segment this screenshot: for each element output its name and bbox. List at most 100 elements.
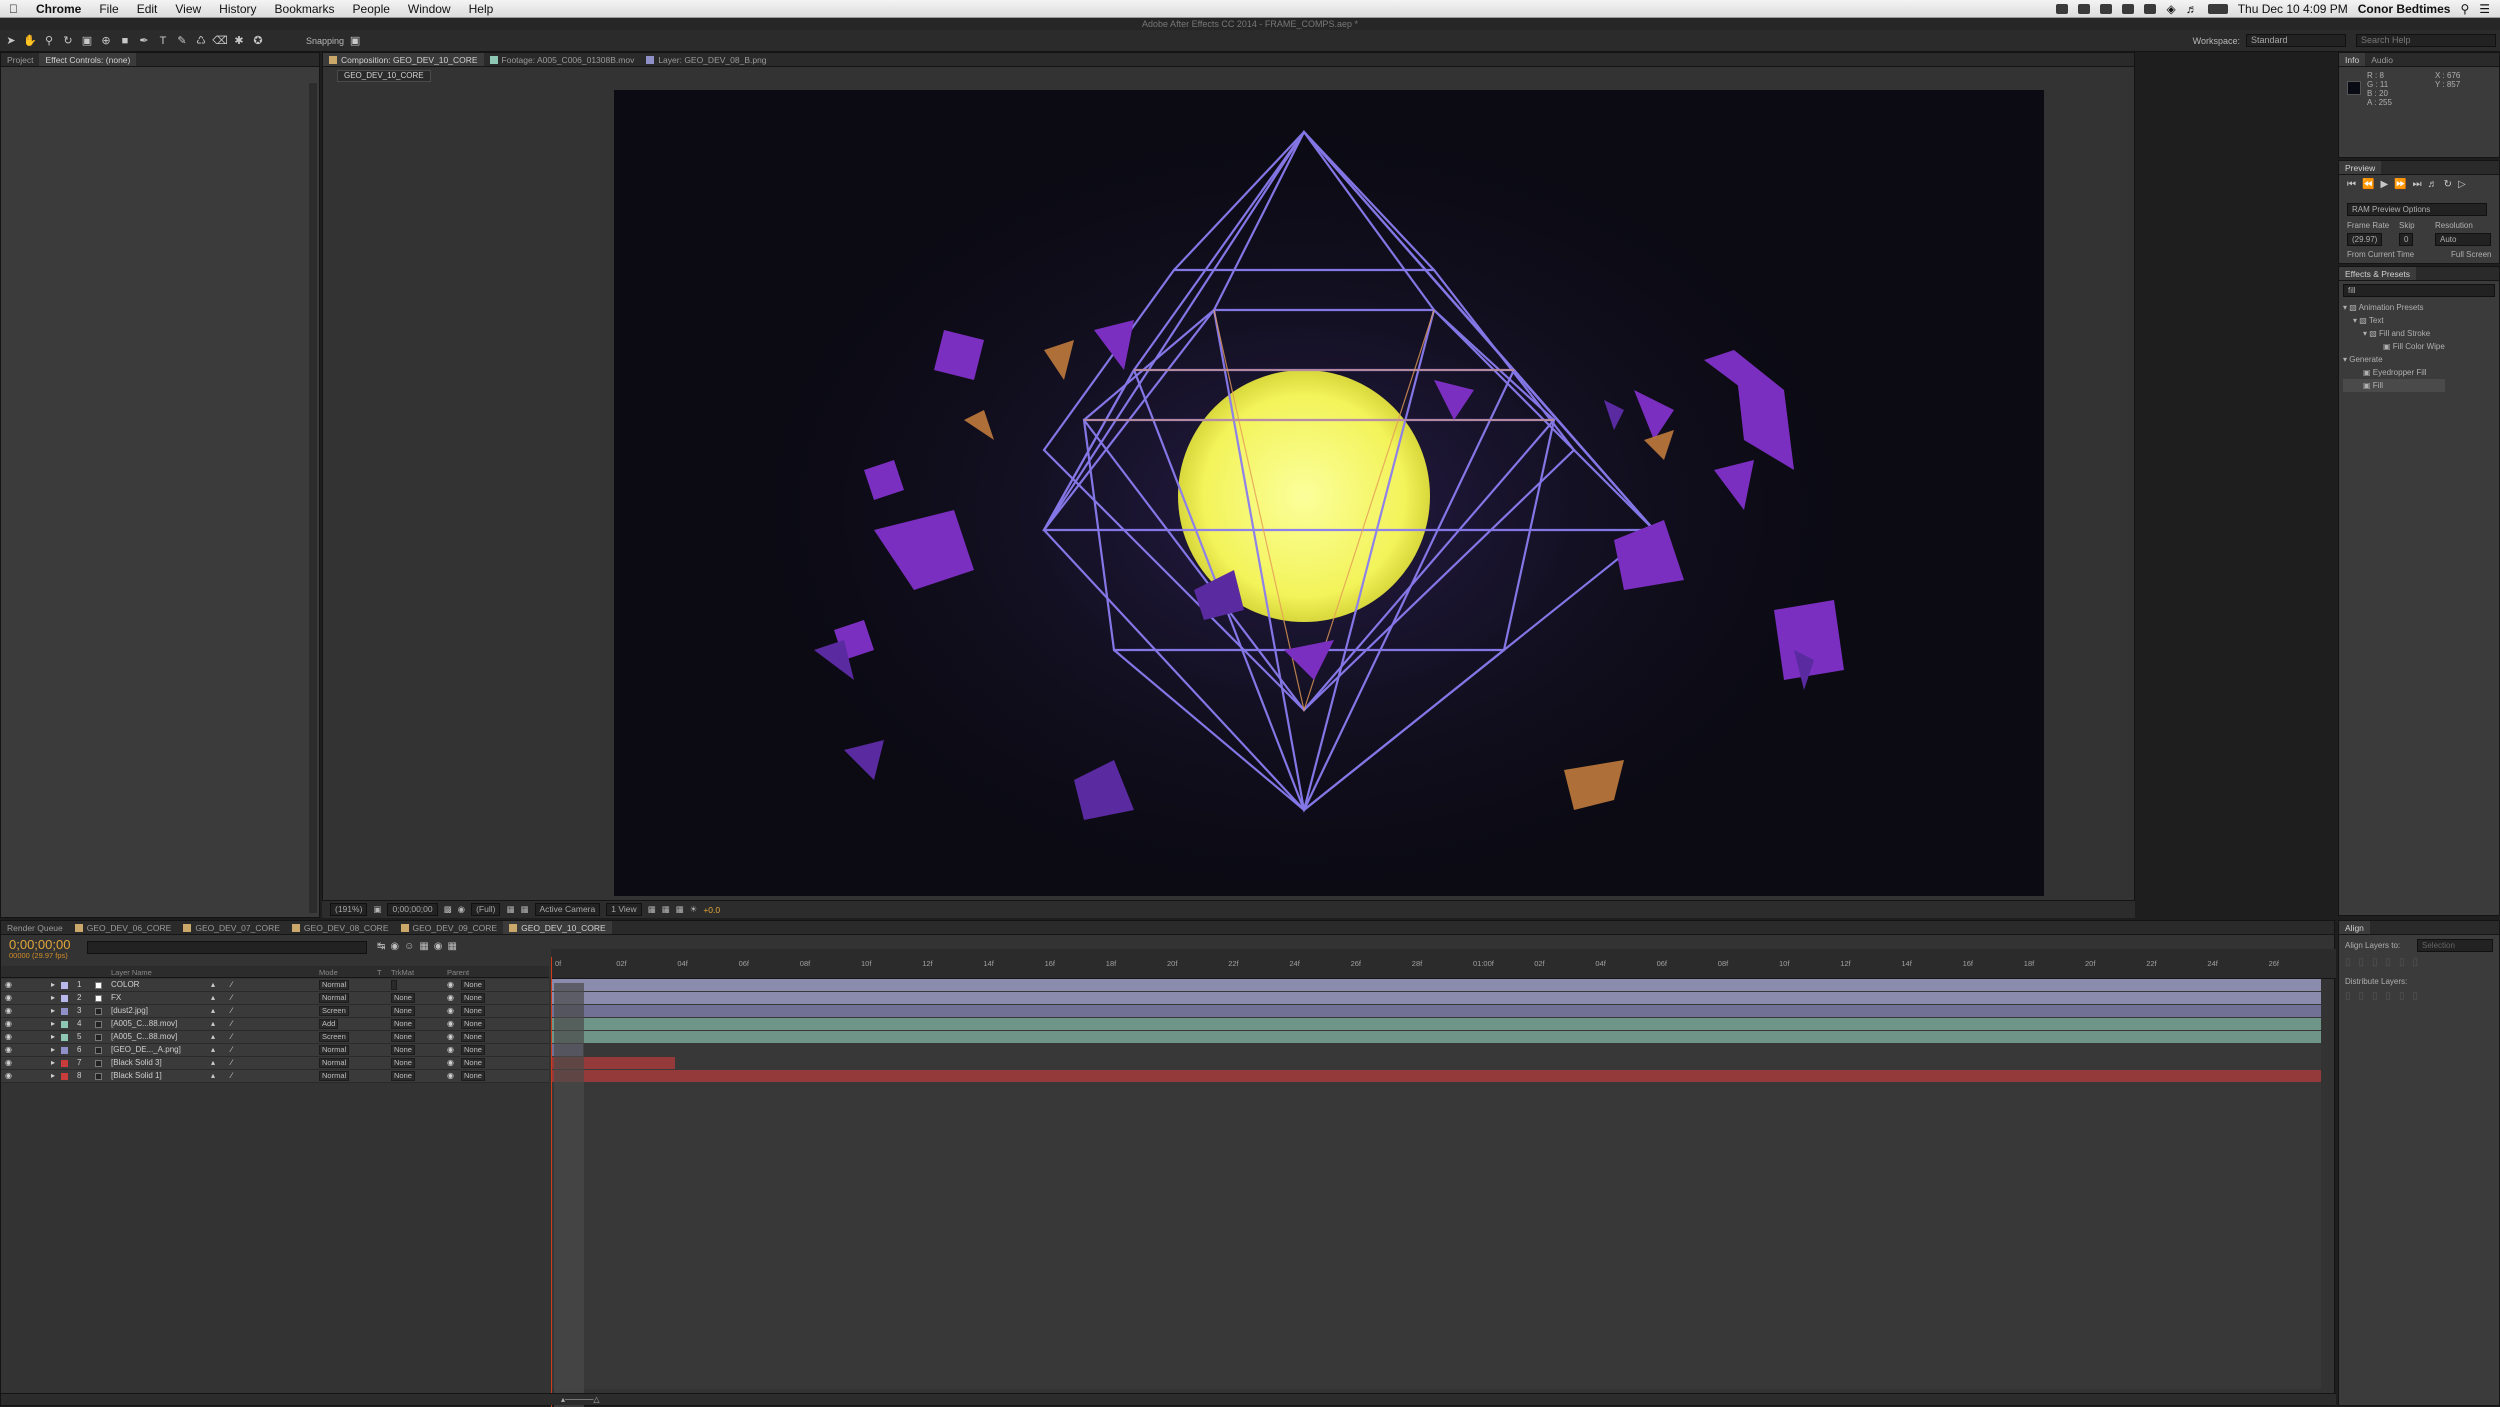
- twirl-icon[interactable]: ▸: [51, 1071, 55, 1080]
- timeline-timecode[interactable]: 0;00;00;00: [9, 937, 70, 952]
- time-ruler[interactable]: 0f 02f 04f 06f 08f 10f 12f 14f 16f 18f 20f 22f 24f 26…: [551, 949, 2336, 979]
- twirl-icon[interactable]: ▸: [51, 1045, 55, 1054]
- layer-row[interactable]: ◉ ▸ 8 [Black Solid 1] ▴ ∕ Normal None ◉ None: [1, 1070, 549, 1083]
- play-icon[interactable]: ▶: [2380, 179, 2394, 190]
- shy-icon[interactable]: ▴: [211, 1058, 215, 1067]
- parent-select[interactable]: None: [461, 980, 485, 990]
- camera-tool-icon[interactable]: ▣: [79, 33, 95, 49]
- twirl-icon[interactable]: ▸: [51, 1032, 55, 1041]
- twirl-icon[interactable]: ▸: [51, 980, 55, 989]
- tab-geo-dev-08[interactable]: GEO_DEV_08_CORE: [286, 921, 395, 934]
- tab-geo-dev-07[interactable]: GEO_DEV_07_CORE: [177, 921, 286, 934]
- col-parent[interactable]: Parent: [447, 968, 469, 977]
- layer-duration-bar[interactable]: [551, 1070, 2321, 1082]
- trkmat-select[interactable]: None: [391, 1019, 415, 1029]
- label-color[interactable]: [61, 1073, 68, 1080]
- col-layer-name[interactable]: Layer Name: [111, 968, 152, 977]
- label-color[interactable]: [61, 1047, 68, 1054]
- shy-icon[interactable]: ▴: [211, 1019, 215, 1028]
- volume-icon[interactable]: ♬: [2186, 2, 2198, 16]
- trkmat-select[interactable]: None: [391, 1032, 415, 1042]
- flowchart-icon[interactable]: ▦: [676, 904, 684, 915]
- layer-row[interactable]: ◉ ▸ 7 [Black Solid 3] ▴ ∕ Normal None ◉ None: [1, 1057, 549, 1070]
- mode-select[interactable]: Normal: [319, 1058, 350, 1068]
- dropbox-icon[interactable]: [2100, 3, 2113, 14]
- tree-text[interactable]: ▾ ▧ Text: [2343, 314, 2445, 327]
- camera-select[interactable]: Active Camera: [534, 903, 601, 916]
- roto-brush-tool-icon[interactable]: ✱: [231, 33, 247, 49]
- twirl-icon[interactable]: ▸: [51, 993, 55, 1002]
- layer-duration-bar[interactable]: [551, 1018, 2321, 1030]
- tab-audio[interactable]: Audio: [2365, 53, 2399, 66]
- quality-icon[interactable]: ∕: [231, 1071, 232, 1080]
- shy-icon[interactable]: ▴: [211, 993, 215, 1002]
- first-frame-icon[interactable]: ⏮: [2347, 179, 2362, 190]
- layer-name[interactable]: [dust2.jpg]: [111, 1006, 148, 1015]
- tree-eyedropper-fill[interactable]: ▣ Eyedropper Fill: [2343, 366, 2445, 379]
- zoom-slider[interactable]: ▴─────△: [561, 1395, 600, 1404]
- pickwhip-icon[interactable]: ◉: [447, 993, 454, 1002]
- trkmat-select[interactable]: None: [391, 993, 415, 1003]
- quality-icon[interactable]: ∕: [231, 993, 232, 1002]
- pickwhip-icon[interactable]: ◉: [447, 1071, 454, 1080]
- tab-layer[interactable]: Layer: GEO_DEV_08_B.png: [640, 53, 772, 66]
- mode-select[interactable]: Normal: [319, 1045, 350, 1055]
- mute-audio-icon[interactable]: ♬: [2428, 179, 2444, 190]
- label-color[interactable]: [61, 1034, 68, 1041]
- frame-rate-select[interactable]: (29.97): [2347, 233, 2383, 246]
- comp-mini-flowchart-icon[interactable]: ↹: [377, 941, 390, 952]
- ram-preview-options-select[interactable]: RAM Preview Options: [2347, 203, 2487, 216]
- layer-row[interactable]: ◉ ▸ 1 COLOR ▴ ∕ Normal ◉ None: [1, 979, 549, 992]
- zoom-select[interactable]: (191%): [330, 903, 368, 916]
- work-area[interactable]: [554, 983, 584, 1407]
- type-tool-icon[interactable]: T: [155, 33, 171, 49]
- hand-tool-icon[interactable]: ✋: [22, 33, 38, 49]
- menu-people[interactable]: People: [344, 2, 399, 16]
- label-color[interactable]: [61, 982, 68, 989]
- mode-select[interactable]: Add: [319, 1019, 339, 1029]
- shape-tool-icon[interactable]: ■: [117, 33, 133, 49]
- distribute-buttons[interactable]: ▯▯▯▯▯▯: [2345, 991, 2426, 1002]
- layer-name[interactable]: [A005_C...88.mov]: [111, 1019, 177, 1028]
- layer-duration-bar[interactable]: [551, 1031, 2321, 1043]
- tree-fill-and-stroke[interactable]: ▾ ▧ Fill and Stroke: [2343, 327, 2445, 340]
- toggle-pixel-aspect-icon[interactable]: ▦: [648, 904, 656, 915]
- trkmat-select[interactable]: None: [391, 1058, 415, 1068]
- zoom-tool-icon[interactable]: ⚲: [41, 33, 57, 49]
- shy-icon[interactable]: ▴: [211, 1006, 215, 1015]
- parent-select[interactable]: None: [461, 993, 485, 1003]
- search-help-input[interactable]: Search Help: [2356, 34, 2496, 47]
- workspace-select[interactable]: Standard: [2246, 34, 2346, 47]
- mode-select[interactable]: Normal: [319, 1071, 350, 1081]
- mode-select[interactable]: Normal: [319, 980, 350, 990]
- scrollbar[interactable]: [309, 83, 317, 913]
- tab-align[interactable]: Align: [2339, 921, 2370, 934]
- label-color[interactable]: [61, 1021, 68, 1028]
- puppet-tool-icon[interactable]: ✪: [250, 33, 266, 49]
- trkmat-select[interactable]: [391, 980, 397, 990]
- transparency-grid-icon[interactable]: ▦: [520, 904, 528, 915]
- brush-tool-icon[interactable]: ✎: [174, 33, 190, 49]
- last-frame-icon[interactable]: ⏭: [2413, 179, 2428, 190]
- parent-select[interactable]: None: [461, 1045, 485, 1055]
- tree-animation-presets[interactable]: ▾ ▧ Animation Presets: [2343, 301, 2445, 314]
- full-screen-checkbox[interactable]: Full Screen: [2451, 250, 2491, 259]
- col-t[interactable]: T: [377, 968, 382, 977]
- pickwhip-icon[interactable]: ◉: [447, 1045, 454, 1054]
- layer-duration-bar[interactable]: [551, 1005, 2321, 1017]
- layer-name[interactable]: [A005_C...88.mov]: [111, 1032, 177, 1041]
- next-frame-icon[interactable]: ⏩: [2394, 179, 2412, 190]
- menu-edit[interactable]: Edit: [128, 2, 167, 16]
- align-buttons[interactable]: ▯▯▯▯▯▯: [2345, 957, 2426, 968]
- snapping-label[interactable]: Snapping: [306, 36, 344, 46]
- label-color[interactable]: [61, 1060, 68, 1067]
- tab-footage[interactable]: Footage: A005_C006_01308B.mov: [484, 53, 641, 66]
- layer-name[interactable]: [Black Solid 3]: [111, 1058, 162, 1067]
- label-color[interactable]: [61, 1008, 68, 1015]
- motion-blur-icon[interactable]: ◉: [434, 941, 448, 952]
- quality-icon[interactable]: ∕: [231, 1058, 232, 1067]
- effects-search-input[interactable]: fill: [2343, 284, 2495, 297]
- tab-geo-dev-10[interactable]: GEO_DEV_10_CORE: [503, 921, 612, 934]
- mode-select[interactable]: Screen: [319, 1006, 349, 1016]
- tab-effect-controls[interactable]: Effect Controls: (none): [39, 53, 137, 66]
